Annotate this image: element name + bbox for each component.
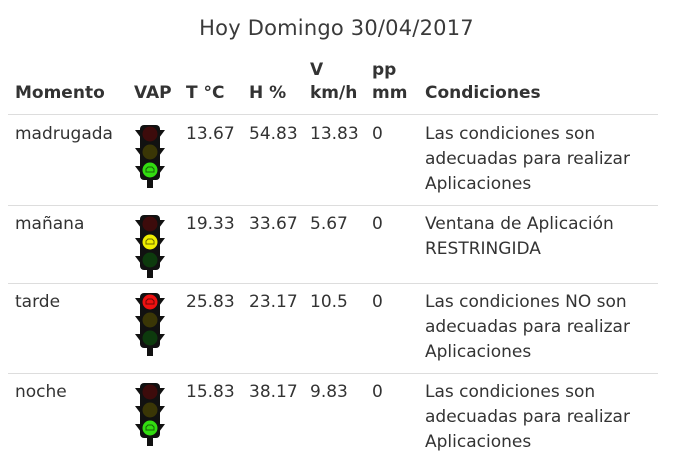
- traffic-light-lamp-green: [142, 162, 158, 178]
- traffic-light-yellow-icon: [133, 214, 167, 278]
- cell-pp: 0: [372, 292, 383, 312]
- traffic-light-lamp-red: [142, 294, 158, 310]
- cell-momento: mañana: [15, 214, 85, 234]
- header-hum-label: H %: [249, 83, 287, 103]
- header-wind-label-2: km/h: [310, 83, 358, 103]
- cell-condiciones: Las condiciones son adecuadas para reali…: [425, 382, 630, 452]
- traffic-light-lamp-red: [142, 126, 158, 142]
- traffic-light-lamp-yellow: [142, 402, 158, 418]
- traffic-light-green-icon: [133, 124, 167, 188]
- cell-momento: noche: [15, 382, 67, 402]
- header-vap-label: VAP: [134, 83, 172, 103]
- traffic-light-green-icon: [133, 382, 167, 446]
- cell-pp: 0: [372, 382, 383, 402]
- cell-condiciones: Las condiciones NO son adecuadas para re…: [425, 292, 630, 362]
- traffic-light-lamp-green: [142, 330, 158, 346]
- cell-temp: 13.67: [186, 124, 235, 144]
- traffic-light-red-icon: [133, 292, 167, 356]
- cell-condiciones: Las condiciones son adecuadas para reali…: [425, 124, 630, 194]
- header-precip-label-1: pp: [372, 60, 397, 80]
- header-vap: VAP: [134, 57, 172, 105]
- cell-hum: 23.17: [249, 292, 298, 312]
- cell-temp: 15.83: [186, 382, 235, 402]
- traffic-light-lamp-yellow: [142, 312, 158, 328]
- cell-wind: 5.67: [310, 214, 348, 234]
- header-temp: T °C: [186, 57, 225, 105]
- cell-hum: 38.17: [249, 382, 298, 402]
- header-wind-label-1: V: [310, 60, 324, 80]
- cell-pp: 0: [372, 214, 383, 234]
- header-hum: H %: [249, 57, 286, 105]
- row-divider: [8, 283, 658, 284]
- header-wind: V km/h: [310, 57, 357, 105]
- traffic-light-lamp-green: [142, 420, 158, 436]
- cell-momento: tarde: [15, 292, 61, 312]
- row-divider: [8, 114, 658, 115]
- header-temp-label: T °C: [186, 83, 225, 103]
- cell-temp: 19.33: [186, 214, 235, 234]
- header-condiciones: Condiciones: [425, 57, 541, 105]
- page-title: Hoy Domingo 30/04/2017: [199, 16, 474, 40]
- row-divider: [8, 373, 658, 374]
- cell-momento: madrugada: [15, 124, 113, 144]
- cell-hum: 54.83: [249, 124, 298, 144]
- cell-pp: 0: [372, 124, 383, 144]
- header-momento: Momento: [15, 57, 105, 105]
- traffic-light-lamp-green: [142, 252, 158, 268]
- header-precip: pp mm: [372, 57, 407, 105]
- cell-hum: 33.67: [249, 214, 298, 234]
- cell-condiciones: Ventana de Aplicación RESTRINGIDA: [425, 214, 614, 259]
- row-divider: [8, 205, 658, 206]
- traffic-light-lamp-yellow: [142, 144, 158, 160]
- header-precip-label-2: mm: [372, 83, 408, 103]
- header-condiciones-label: Condiciones: [425, 83, 541, 103]
- traffic-light-lamp-red: [142, 384, 158, 400]
- traffic-light-lamp-yellow: [142, 234, 158, 250]
- header-momento-label: Momento: [15, 83, 105, 103]
- cell-temp: 25.83: [186, 292, 235, 312]
- traffic-light-lamp-red: [142, 216, 158, 232]
- cell-wind: 9.83: [310, 382, 348, 402]
- cell-wind: 10.5: [310, 292, 348, 312]
- cell-wind: 13.83: [310, 124, 359, 144]
